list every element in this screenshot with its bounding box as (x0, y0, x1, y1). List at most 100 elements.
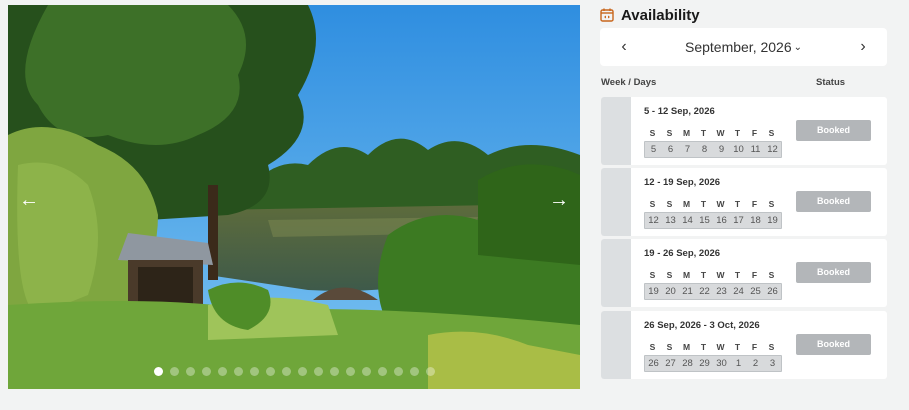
month-label: September, 2026 (684, 39, 792, 55)
gallery-dot[interactable] (250, 367, 259, 376)
week-row: 26 Sep, 2026 - 3 Oct, 2026 S S M T W T F S 26 27 28… (601, 311, 887, 379)
gallery-dot[interactable] (234, 367, 243, 376)
availability-panel: Availability ‹ September, 2026 ⌄ › Week … (600, 0, 890, 410)
day-name: S (649, 128, 656, 138)
week-row: 19 - 26 Sep, 2026 S S M T W T F S 19 20 21 22 23 24 25 2… (601, 239, 887, 307)
date-cell: 8 (701, 144, 708, 155)
gallery-dot[interactable] (202, 367, 211, 376)
gallery-dot[interactable] (426, 367, 435, 376)
date-cell: 16 (716, 215, 727, 226)
gallery-dot[interactable] (282, 367, 291, 376)
day-name: T (700, 342, 707, 352)
gallery-dot[interactable] (394, 367, 403, 376)
gallery-next-button[interactable]: → (544, 185, 574, 215)
day-name: W (716, 199, 725, 209)
day-name: M (682, 199, 691, 209)
day-name: F (751, 270, 758, 280)
gallery-prev-button[interactable]: ← (14, 185, 44, 215)
date-cell: 2 (752, 358, 759, 369)
status-badge-booked: Booked (796, 334, 871, 355)
week-dates: 12 13 14 15 16 17 18 19 (644, 212, 782, 229)
day-name: S (666, 270, 673, 280)
gallery-dot[interactable] (266, 367, 275, 376)
week-dates: 19 20 21 22 23 24 25 26 (644, 283, 782, 300)
day-name: S (768, 199, 775, 209)
gallery-dot[interactable] (170, 367, 179, 376)
date-cell: 5 (650, 144, 657, 155)
date-cell: 20 (665, 286, 676, 297)
month-dropdown[interactable]: September, 2026 ⌄ (685, 39, 802, 55)
chevron-down-icon: ⌄ (793, 41, 803, 53)
date-cell: 21 (682, 286, 693, 297)
gallery-photo (8, 5, 580, 389)
day-name: W (716, 270, 725, 280)
photo-gallery[interactable]: ← → (8, 5, 580, 389)
gallery-dot[interactable] (314, 367, 323, 376)
day-name: T (700, 270, 707, 280)
week-row-marker (601, 239, 631, 307)
date-cell: 30 (716, 358, 727, 369)
day-names: SSMTWTFS (644, 199, 780, 209)
day-name: T (700, 199, 707, 209)
date-cell: 23 (716, 286, 727, 297)
date-cell: 19 (648, 286, 659, 297)
date-cell: 10 (733, 144, 744, 155)
date-cell: 22 (699, 286, 710, 297)
week-range: 26 Sep, 2026 - 3 Oct, 2026 (644, 320, 760, 331)
date-cell: 26 (767, 286, 778, 297)
day-name: F (751, 342, 758, 352)
day-name: S (768, 270, 775, 280)
date-cell: 28 (682, 358, 693, 369)
day-name: M (682, 128, 691, 138)
gallery-dot[interactable] (378, 367, 387, 376)
day-name: T (734, 128, 741, 138)
date-cell: 19 (767, 215, 778, 226)
availability-title: Availability (621, 6, 700, 24)
date-cell: 1 (735, 358, 742, 369)
day-name: M (682, 270, 691, 280)
week-row-marker (601, 97, 631, 165)
date-cell: 27 (665, 358, 676, 369)
date-cell: 7 (684, 144, 691, 155)
date-cell: 3 (769, 358, 776, 369)
date-cell: 6 (667, 144, 674, 155)
day-name: T (734, 342, 741, 352)
status-badge-booked: Booked (796, 262, 871, 283)
week-row-marker (601, 168, 631, 236)
week-row: 5 - 12 Sep, 2026 S S M T W T F S 5 6 7 8 9 10 11 12 Booke… (601, 97, 887, 165)
date-cell: 9 (718, 144, 725, 155)
day-name: S (649, 270, 656, 280)
gallery-dot[interactable] (154, 367, 163, 376)
prev-month-button[interactable]: ‹ (618, 38, 630, 56)
gallery-dot[interactable] (346, 367, 355, 376)
date-cell: 29 (699, 358, 710, 369)
week-dates: 5 6 7 8 9 10 11 12 (644, 141, 782, 158)
week-range: 5 - 12 Sep, 2026 (644, 106, 715, 117)
day-names: SSMTWTFS (644, 128, 780, 138)
day-name: S (666, 199, 673, 209)
gallery-dot[interactable] (218, 367, 227, 376)
date-cell: 17 (733, 215, 744, 226)
arrow-right-icon: → (549, 189, 569, 211)
day-names: SSMTWTFS (644, 270, 780, 280)
gallery-dot[interactable] (298, 367, 307, 376)
status-badge-booked: Booked (796, 191, 871, 212)
week-range: 12 - 19 Sep, 2026 (644, 177, 721, 188)
date-cell: 24 (733, 286, 744, 297)
day-name: S (666, 128, 673, 138)
day-name: W (716, 342, 725, 352)
month-selector: ‹ September, 2026 ⌄ › (600, 28, 887, 66)
day-name: F (751, 199, 758, 209)
date-cell: 26 (648, 358, 659, 369)
date-cell: 11 (750, 144, 761, 155)
day-names: SSMTWTFS (644, 342, 780, 352)
week-range: 19 - 26 Sep, 2026 (644, 248, 721, 259)
day-name: S (649, 199, 656, 209)
date-cell: 18 (750, 215, 761, 226)
date-cell: 12 (648, 215, 659, 226)
gallery-dot[interactable] (362, 367, 371, 376)
gallery-dot[interactable] (330, 367, 339, 376)
gallery-dot[interactable] (410, 367, 419, 376)
next-month-button[interactable]: › (857, 38, 869, 56)
gallery-dot[interactable] (186, 367, 195, 376)
